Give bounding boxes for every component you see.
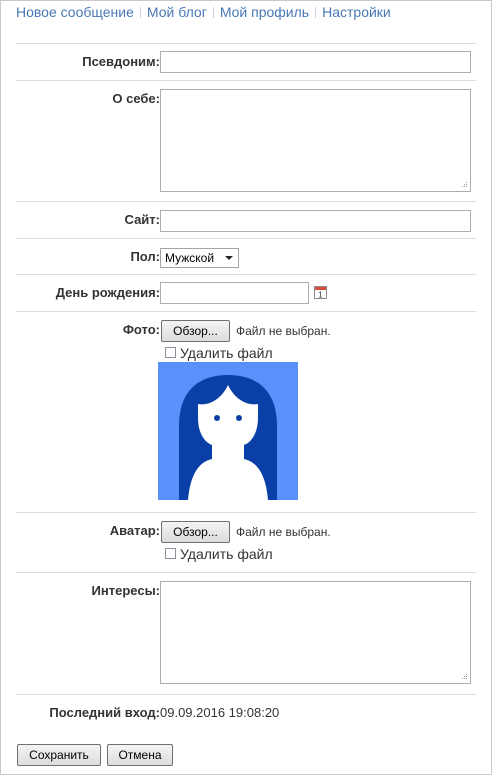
nav-separator xyxy=(139,7,141,18)
last-login-label: Последний вход: xyxy=(49,705,160,720)
row-divider xyxy=(16,201,476,202)
photo-label: Фото: xyxy=(122,322,160,337)
nickname-label: Псевдоним: xyxy=(82,54,160,69)
avatar-label: Аватар: xyxy=(109,523,160,538)
birthday-label: День рождения: xyxy=(55,285,160,300)
about-label: О себе: xyxy=(112,91,160,106)
nav-separator xyxy=(315,7,317,18)
avatar-browse-button[interactable]: Обзор... xyxy=(161,521,230,543)
row-divider xyxy=(16,694,476,695)
interests-label: Интересы: xyxy=(91,583,160,598)
nav-my-blog[interactable]: Мой блог xyxy=(147,4,207,20)
interests-textarea[interactable] xyxy=(160,581,471,684)
calendar-icon[interactable]: 1 xyxy=(314,285,327,299)
birthday-input[interactable] xyxy=(160,282,309,304)
nickname-input[interactable] xyxy=(160,51,471,73)
site-input[interactable] xyxy=(160,210,471,232)
gender-label: Пол: xyxy=(130,249,160,264)
photo-delete-label: Удалить файл xyxy=(180,345,273,361)
row-divider xyxy=(16,238,476,239)
chevron-down-icon xyxy=(225,256,233,260)
nav-my-profile[interactable]: Мой профиль xyxy=(220,4,309,20)
gender-selected-value: Мужской xyxy=(165,251,215,265)
row-divider xyxy=(16,311,476,312)
photo-delete-checkbox[interactable] xyxy=(165,347,176,358)
row-divider xyxy=(16,572,476,573)
top-nav: Новое сообщение Мой блог Мой профиль Настро… xyxy=(16,4,391,20)
photo-file-status: Файл не выбран. xyxy=(236,324,331,338)
last-login-value: 09.09.2016 19:08:20 xyxy=(160,705,280,720)
photo-preview-image xyxy=(158,362,298,500)
site-label: Сайт: xyxy=(124,212,160,227)
calendar-day-label: 1 xyxy=(318,291,323,300)
nav-settings[interactable]: Настройки xyxy=(322,4,391,20)
avatar-delete-label: Удалить файл xyxy=(180,546,273,562)
about-textarea[interactable] xyxy=(160,89,471,192)
avatar-file-status: Файл не выбран. xyxy=(236,525,331,539)
row-divider xyxy=(16,80,476,81)
row-divider xyxy=(16,512,476,513)
nav-separator xyxy=(212,7,214,18)
gender-select[interactable]: Мужской xyxy=(160,248,239,268)
nav-new-message[interactable]: Новое сообщение xyxy=(16,4,134,20)
save-button[interactable]: Сохранить xyxy=(17,744,101,766)
resize-grip-icon[interactable] xyxy=(460,180,468,188)
row-divider xyxy=(16,274,476,275)
resize-grip-icon[interactable] xyxy=(460,672,468,680)
row-divider xyxy=(16,43,476,44)
cancel-button[interactable]: Отмена xyxy=(107,744,173,766)
avatar-delete-checkbox[interactable] xyxy=(165,548,176,559)
photo-browse-button[interactable]: Обзор... xyxy=(161,320,230,342)
